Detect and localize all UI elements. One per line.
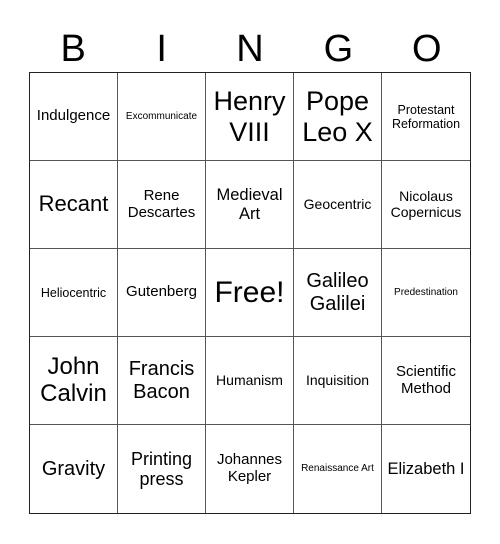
- free-space[interactable]: Free!: [206, 249, 294, 337]
- header-letter-o: O: [412, 28, 442, 70]
- header-letter-i: I: [156, 28, 167, 70]
- bingo-cell[interactable]: Printing press: [118, 425, 206, 513]
- bingo-cell[interactable]: Renaissance Art: [294, 425, 382, 513]
- bingo-cell[interactable]: Predestination: [382, 249, 470, 337]
- bingo-cell[interactable]: Heliocentric: [30, 249, 118, 337]
- bingo-cell[interactable]: Scientific Method: [382, 337, 470, 425]
- bingo-cell[interactable]: Henry VIII: [206, 73, 294, 161]
- bingo-cell[interactable]: Nicolaus Copernicus: [382, 161, 470, 249]
- bingo-cell[interactable]: Recant: [30, 161, 118, 249]
- bingo-cell[interactable]: Geocentric: [294, 161, 382, 249]
- bingo-cell[interactable]: Johannes Kepler: [206, 425, 294, 513]
- bingo-cell[interactable]: Pope Leo X: [294, 73, 382, 161]
- bingo-cell[interactable]: Excommunicate: [118, 73, 206, 161]
- bingo-cell[interactable]: Inquisition: [294, 337, 382, 425]
- bingo-cell[interactable]: John Calvin: [30, 337, 118, 425]
- bingo-cell[interactable]: Francis Bacon: [118, 337, 206, 425]
- bingo-cell[interactable]: Gutenberg: [118, 249, 206, 337]
- header-letter-n: N: [236, 28, 264, 70]
- bingo-cell[interactable]: Rene Descartes: [118, 161, 206, 249]
- bingo-cell[interactable]: Elizabeth I: [382, 425, 470, 513]
- bingo-cell[interactable]: Protestant Reformation: [382, 73, 470, 161]
- bingo-grid: Indulgence Excommunicate Henry VIII Pope…: [29, 72, 471, 514]
- header-letter-g: G: [323, 28, 354, 70]
- header-letter-b: B: [60, 28, 86, 70]
- bingo-header: B I N G O: [29, 26, 471, 72]
- bingo-cell[interactable]: Gravity: [30, 425, 118, 513]
- bingo-cell[interactable]: Indulgence: [30, 73, 118, 161]
- bingo-cell[interactable]: Galileo Galilei: [294, 249, 382, 337]
- bingo-cell[interactable]: Medieval Art: [206, 161, 294, 249]
- bingo-cell[interactable]: Humanism: [206, 337, 294, 425]
